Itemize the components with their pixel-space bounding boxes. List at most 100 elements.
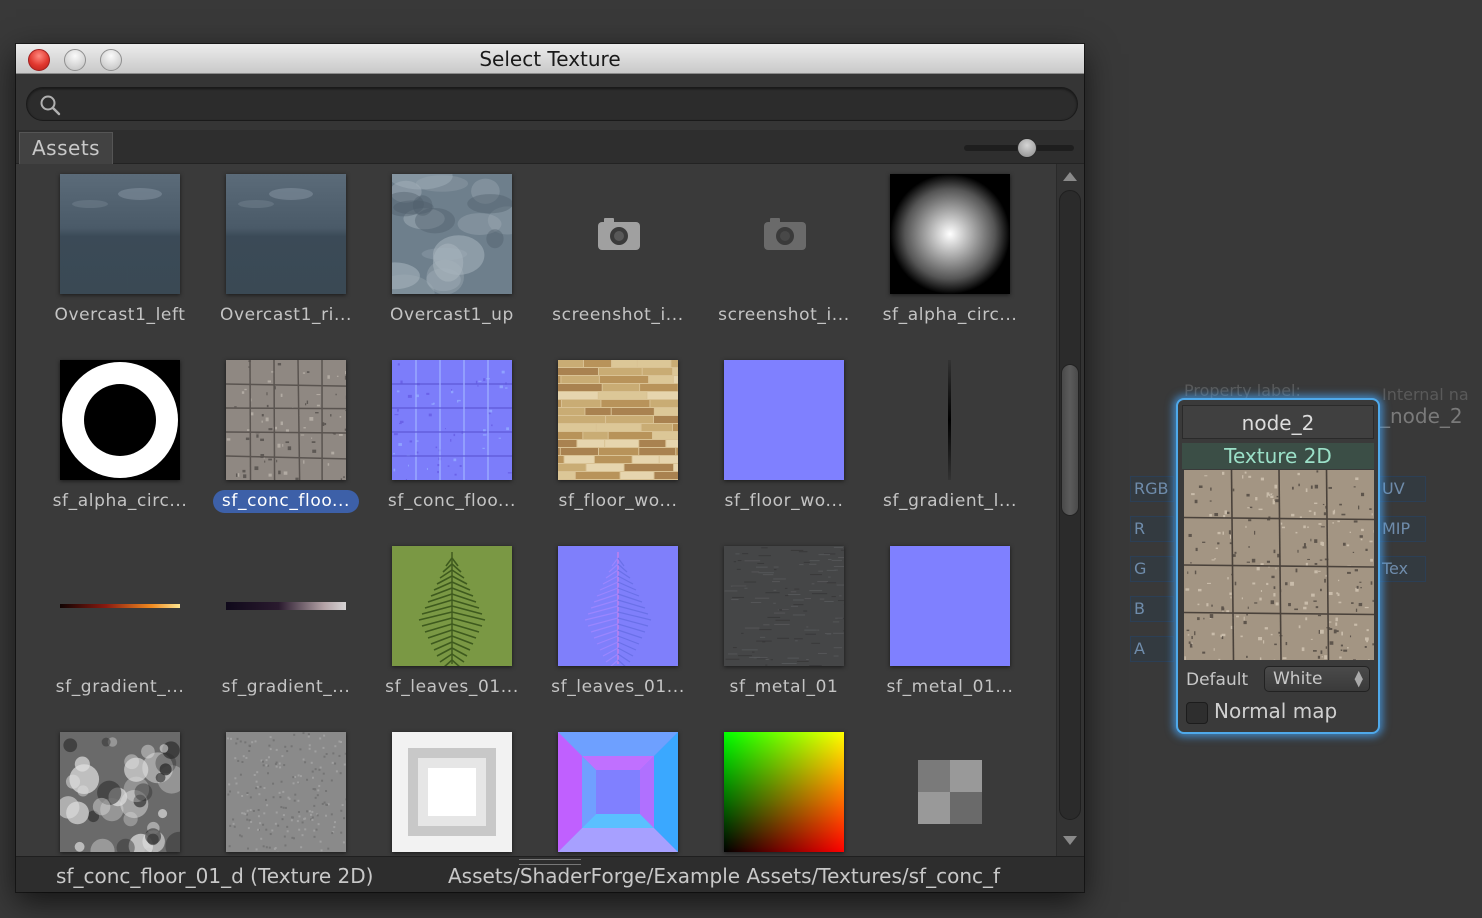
texture-thumbnail[interactable] (60, 732, 180, 852)
vertical-scrollbar[interactable] (1056, 164, 1084, 856)
texture-item[interactable]: sf_metal_01 (701, 536, 867, 716)
selected-asset-path: Assets/ShaderForge/Example Assets/Textur… (448, 864, 1001, 888)
thumbnail-size-slider-thumb[interactable] (1017, 138, 1037, 158)
texture-label: sf_alpha_circ... (882, 305, 1018, 325)
texture-item[interactable]: screenshot_i... (701, 164, 867, 344)
input-port-g[interactable]: G (1130, 556, 1174, 582)
input-port-a[interactable]: A (1130, 636, 1174, 662)
tab-assets[interactable]: Assets (19, 132, 114, 164)
texture-label: screenshot_i... (718, 305, 850, 325)
output-port-uv[interactable]: UV (1378, 476, 1426, 502)
texture-item[interactable]: sf_leaves_01... (369, 536, 535, 716)
default-label: Default (1186, 670, 1249, 690)
tab-bar: Assets (16, 130, 1084, 164)
texture-thumbnail[interactable] (558, 732, 678, 852)
texture-thumbnail[interactable] (724, 174, 844, 294)
default-dropdown[interactable]: White ▲ ▼ (1264, 666, 1370, 692)
texture-label: sf_metal_01... (886, 677, 1014, 697)
texture-item[interactable]: sf_conc_floo... (203, 350, 369, 530)
node-name-field[interactable]: node_2 (1182, 405, 1374, 439)
texture-label: sf_gradient_l... (883, 491, 1017, 511)
texture-thumbnail[interactable] (226, 732, 346, 852)
normal-map-checkbox[interactable] (1186, 702, 1208, 724)
texture-thumbnail[interactable] (60, 174, 180, 294)
texture-label: Overcast1_ri... (219, 305, 353, 325)
texture-label: sf_leaves_01... (385, 677, 519, 697)
texture-thumbnail[interactable] (226, 546, 346, 666)
texture-thumbnail[interactable] (890, 546, 1010, 666)
texture-item[interactable]: Overcast1_ri... (203, 164, 369, 344)
texture-thumbnail[interactable] (558, 174, 678, 294)
search-field[interactable] (26, 87, 1078, 121)
window-title: Select Texture (479, 47, 621, 71)
texture-item[interactable]: sf_gradient_... (203, 536, 369, 716)
texture-thumbnail[interactable] (60, 546, 180, 666)
node-texture-preview[interactable] (1184, 470, 1374, 660)
texture-thumbnail[interactable] (558, 546, 678, 666)
scrollbar-thumb[interactable] (1061, 364, 1079, 516)
texture-thumbnail[interactable] (890, 360, 1010, 480)
texture-label: sf_floor_wo... (558, 491, 678, 511)
texture-item[interactable] (203, 722, 369, 856)
texture-item[interactable]: sf_floor_wo... (701, 350, 867, 530)
texture-label: sf_conc_floo... (387, 491, 517, 511)
texture-thumbnail[interactable] (226, 174, 346, 294)
input-port-r[interactable]: R (1130, 516, 1174, 542)
texture-item[interactable]: sf_leaves_01... (535, 536, 701, 716)
search-area (16, 74, 1084, 132)
texture2d-node[interactable]: node_2 Texture 2D Default White ▲ ▼ Norma… (1176, 398, 1380, 734)
texture-thumbnail[interactable] (890, 732, 1010, 852)
texture-thumbnail[interactable] (60, 360, 180, 480)
texture-thumbnail[interactable] (226, 360, 346, 480)
texture-label: sf_conc_floo... (203, 488, 369, 514)
texture-item[interactable]: sf_floor_wo... (535, 350, 701, 530)
texture-item[interactable] (701, 722, 867, 856)
texture-item[interactable]: sf_alpha_circ... (37, 350, 203, 530)
texture-item[interactable] (867, 722, 1033, 856)
texture-thumbnail[interactable] (724, 546, 844, 666)
texture-label: Overcast1_up (390, 305, 514, 325)
scroll-up-arrow-icon[interactable] (1063, 172, 1077, 181)
node-type-header: Texture 2D (1182, 443, 1374, 469)
texture-thumbnail[interactable] (392, 360, 512, 480)
texture-item[interactable] (37, 722, 203, 856)
default-dropdown-value: White (1273, 669, 1323, 689)
output-port-mip[interactable]: MIP (1378, 516, 1426, 542)
scroll-down-arrow-icon[interactable] (1063, 836, 1077, 845)
texture-label: sf_floor_wo... (724, 491, 844, 511)
select-texture-window: Select Texture Assets Overcast1_left Ove… (16, 44, 1084, 892)
internal-name-caption: Internal na (1382, 385, 1469, 404)
texture-label: sf_metal_01 (729, 677, 839, 697)
status-bar: sf_conc_floor_01_d (Texture 2D) Assets/S… (16, 856, 1084, 892)
output-port-tex[interactable]: Tex (1378, 556, 1426, 582)
texture-item[interactable]: sf_alpha_circ... (867, 164, 1033, 344)
input-port-rgb[interactable]: RGB (1130, 476, 1174, 502)
texture-thumbnail[interactable] (392, 546, 512, 666)
texture-item[interactable]: sf_conc_floo... (369, 350, 535, 530)
texture-item[interactable]: screenshot_i... (535, 164, 701, 344)
search-input[interactable] (67, 92, 1067, 116)
texture-item[interactable]: sf_gradient_... (37, 536, 203, 716)
texture-label: sf_leaves_01... (551, 677, 685, 697)
texture-item[interactable] (535, 722, 701, 856)
texture-thumbnail[interactable] (392, 174, 512, 294)
texture-item[interactable] (369, 722, 535, 856)
texture-item[interactable]: sf_metal_01... (867, 536, 1033, 716)
texture-item[interactable]: Overcast1_left (37, 164, 203, 344)
texture-label: Overcast1_left (54, 305, 186, 325)
texture-thumbnail[interactable] (392, 732, 512, 852)
texture-label: sf_gradient_... (55, 677, 185, 697)
texture-item[interactable]: sf_gradient_l... (867, 350, 1033, 530)
texture-thumbnail[interactable] (890, 174, 1010, 294)
input-port-b[interactable]: B (1130, 596, 1174, 622)
title-bar[interactable]: Select Texture (16, 44, 1084, 74)
normal-map-label: Normal map (1214, 699, 1338, 723)
dropdown-arrows-icon: ▲ ▼ (1354, 668, 1363, 689)
texture-thumbnail[interactable] (724, 732, 844, 852)
search-icon (40, 95, 61, 116)
texture-thumbnail[interactable] (724, 360, 844, 480)
texture-label: screenshot_i... (552, 305, 684, 325)
texture-label: sf_gradient_... (221, 677, 351, 697)
texture-item[interactable]: Overcast1_up (369, 164, 535, 344)
texture-thumbnail[interactable] (558, 360, 678, 480)
